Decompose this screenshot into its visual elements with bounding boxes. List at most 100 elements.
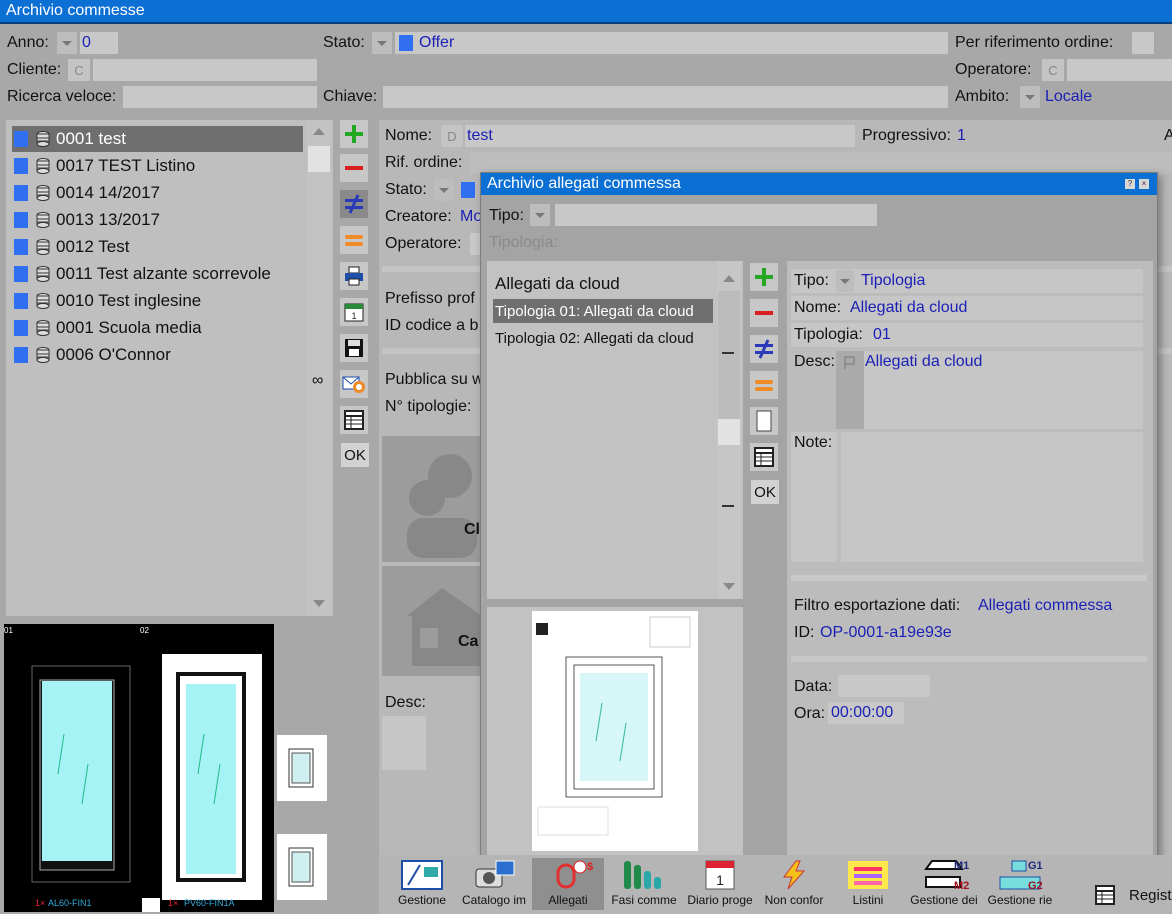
listini-icon bbox=[846, 859, 890, 893]
stato-dropdown[interactable] bbox=[372, 32, 392, 54]
cliente-lookup-icon[interactable]: C bbox=[68, 59, 90, 81]
form-tipologia-value[interactable]: 01 bbox=[873, 326, 891, 344]
drawing-thumbnail[interactable] bbox=[277, 735, 327, 801]
filtro-value[interactable]: Allegati commessa bbox=[978, 597, 1112, 615]
clienti-tile[interactable] bbox=[382, 436, 482, 562]
registra-button[interactable]: Regist bbox=[1129, 887, 1172, 904]
progressivo-label: Progressivo: bbox=[862, 127, 951, 144]
ambito-dropdown[interactable] bbox=[1020, 86, 1040, 108]
mail-icon[interactable] bbox=[340, 370, 368, 398]
bottom-diario-button[interactable]: 1 Diario proge bbox=[684, 858, 756, 910]
drawing-tag-left: 01 bbox=[4, 626, 13, 635]
chiave-input[interactable] bbox=[383, 86, 948, 108]
stato-color-square bbox=[399, 35, 413, 51]
operatore-filter-field[interactable] bbox=[1067, 59, 1172, 81]
registra-grid-icon[interactable] bbox=[1094, 884, 1116, 906]
form-ora-field[interactable]: 00:00:00 bbox=[828, 702, 904, 724]
dialog-tipo-dropdown[interactable] bbox=[530, 204, 550, 226]
bottom-fasi-button[interactable]: Fasi comme bbox=[608, 858, 680, 910]
form-tipo-label: Tipo: bbox=[794, 272, 829, 289]
drawing-thumbnail[interactable] bbox=[277, 834, 327, 900]
desc-language-icon[interactable] bbox=[836, 351, 864, 429]
job-list-item[interactable]: 0001 Scuola media bbox=[12, 315, 303, 341]
help-icon[interactable]: ? bbox=[1125, 179, 1135, 189]
attachment-list-item-label: Tipologia 02: Allegati da cloud bbox=[495, 329, 694, 347]
attachment-scrollbar[interactable] bbox=[717, 261, 741, 599]
bottom-listini-button[interactable]: Listini bbox=[832, 858, 904, 910]
form-note-field[interactable] bbox=[841, 432, 1143, 562]
progressivo-value: 1 bbox=[957, 127, 966, 144]
detail-stato-dropdown[interactable] bbox=[434, 179, 454, 201]
job-list-item[interactable]: 0010 Test inglesine bbox=[12, 288, 303, 314]
cantiere-tile[interactable] bbox=[382, 566, 482, 676]
form-desc-field[interactable]: Allegati da cloud bbox=[864, 351, 1143, 429]
database-icon bbox=[36, 158, 50, 174]
bottom-gestione-rie-button[interactable]: Gestione rie bbox=[984, 858, 1056, 910]
scroll-thumb[interactable] bbox=[718, 419, 740, 445]
attachment-list-item[interactable]: Allegati da cloud bbox=[493, 272, 713, 296]
grid-icon[interactable] bbox=[340, 406, 368, 434]
scroll-down-icon[interactable] bbox=[313, 600, 325, 607]
rif-ordine-field[interactable] bbox=[470, 152, 1172, 174]
job-list-item[interactable]: 0012 Test bbox=[12, 234, 303, 260]
form-tipo-dropdown[interactable] bbox=[836, 270, 854, 292]
status-square-icon bbox=[14, 239, 28, 255]
close-icon[interactable]: × bbox=[1139, 179, 1149, 189]
per-rif-checkbox[interactable] bbox=[1132, 32, 1154, 54]
save-icon[interactable] bbox=[340, 334, 368, 362]
job-list-item[interactable]: 0001 test bbox=[12, 126, 303, 152]
attachment-list-item[interactable]: Tipologia 01: Allegati da cloud bbox=[493, 299, 713, 323]
job-list-item-label: 0013 13/2017 bbox=[56, 210, 160, 229]
form-nome-value[interactable]: Allegati da cloud bbox=[850, 299, 967, 317]
document-preview-icon bbox=[536, 616, 691, 836]
detail-nome-icon[interactable]: D bbox=[441, 125, 463, 147]
cliente-field[interactable] bbox=[93, 59, 317, 81]
not-equal-icon[interactable] bbox=[340, 190, 368, 218]
bottom-allegati-button[interactable]: Allegati bbox=[532, 858, 604, 910]
dialog-add-icon[interactable] bbox=[750, 263, 778, 291]
anno-label: Anno: bbox=[7, 34, 49, 51]
document-icon[interactable] bbox=[750, 407, 778, 435]
bottom-nonconfor-button[interactable]: Non confor bbox=[758, 858, 830, 910]
allegati-icon bbox=[546, 859, 590, 893]
job-list-item[interactable]: 0006 O'Connor bbox=[12, 342, 303, 368]
remove-icon[interactable] bbox=[340, 154, 368, 182]
bottom-catalogo-button[interactable]: Catalogo im bbox=[458, 858, 530, 910]
dialog-tipologia-label: Tipologia: bbox=[489, 234, 558, 251]
scroll-up-icon[interactable] bbox=[313, 128, 325, 135]
dialog-tipo-field[interactable] bbox=[555, 204, 877, 226]
form-id-value: OP-0001-a19e93e bbox=[820, 624, 952, 641]
anno-dropdown[interactable] bbox=[57, 32, 77, 54]
stato-field[interactable]: Offer bbox=[395, 32, 948, 54]
anno-field[interactable]: 0 bbox=[80, 32, 118, 54]
print-icon[interactable] bbox=[340, 262, 368, 290]
add-icon[interactable] bbox=[340, 120, 368, 148]
dialog-remove-icon[interactable] bbox=[750, 299, 778, 327]
dialog-ok-button[interactable]: OK bbox=[751, 480, 779, 504]
operatore-lookup-icon[interactable]: C bbox=[1042, 59, 1064, 81]
job-list-scrollbar[interactable] bbox=[307, 120, 331, 616]
job-list-item[interactable]: 0013 13/2017 bbox=[12, 207, 303, 233]
dialog-equal-icon[interactable] bbox=[750, 371, 778, 399]
scroll-track[interactable] bbox=[718, 291, 740, 431]
scroll-up-icon[interactable] bbox=[723, 275, 735, 282]
ok-button[interactable]: OK bbox=[341, 443, 369, 467]
window-title: Archivio commesse bbox=[0, 0, 1172, 24]
detail-desc-label: Desc: bbox=[385, 694, 426, 711]
job-list-item[interactable]: 0011 Test alzante scorrevole bbox=[12, 261, 303, 287]
job-list-item[interactable]: 0014 14/2017 bbox=[12, 180, 303, 206]
attachment-list-item[interactable]: Tipologia 02: Allegati da cloud bbox=[493, 326, 713, 350]
dialog-grid-icon[interactable] bbox=[750, 443, 778, 471]
calendar-icon[interactable]: 1 bbox=[340, 298, 368, 326]
equal-icon[interactable] bbox=[340, 226, 368, 254]
detail-desc-box[interactable] bbox=[382, 716, 426, 770]
bottom-gestione-button[interactable]: Gestione bbox=[386, 858, 458, 910]
form-data-field[interactable] bbox=[838, 675, 930, 697]
dialog-not-equal-icon[interactable] bbox=[750, 335, 778, 363]
scroll-thumb[interactable] bbox=[308, 146, 330, 172]
scroll-down-icon[interactable] bbox=[723, 583, 735, 590]
ricerca-input[interactable] bbox=[123, 86, 317, 108]
detail-nome-field[interactable]: test bbox=[465, 125, 855, 147]
job-list-item[interactable]: 0017 TEST Listino bbox=[12, 153, 303, 179]
diario-icon: 1 bbox=[698, 859, 742, 893]
